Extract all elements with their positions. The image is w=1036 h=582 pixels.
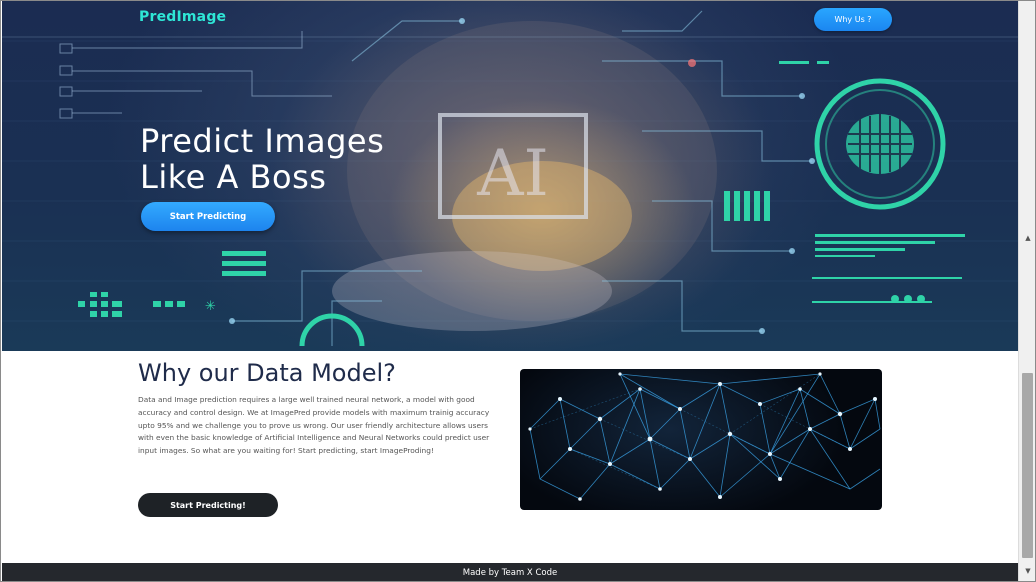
hero-section: AI ✳ PredImage Why Us ? Predict Images L… bbox=[2, 1, 1018, 351]
start-predicting-button[interactable]: Start Predicting bbox=[141, 202, 275, 231]
footer-credit: Made by Team X Code bbox=[462, 568, 558, 578]
hero-title: Predict Images Like A Boss bbox=[140, 123, 384, 195]
why-us-button[interactable]: Why Us ? bbox=[814, 8, 892, 31]
brand-logo[interactable]: PredImage bbox=[139, 9, 226, 25]
vertical-scrollbar[interactable]: ▲ ▼ bbox=[1018, 1, 1035, 581]
ai-badge-text: AI bbox=[476, 137, 549, 211]
scroll-up-arrow-icon[interactable]: ▲ bbox=[1023, 234, 1033, 244]
start-predicting-secondary-button[interactable]: Start Predicting! bbox=[138, 493, 278, 517]
hero-title-line1: Predict Images bbox=[140, 122, 385, 160]
section-description: Data and Image prediction requires a lar… bbox=[138, 395, 490, 456]
scroll-down-arrow-icon[interactable]: ▼ bbox=[1023, 567, 1033, 577]
neural-network-image bbox=[520, 369, 882, 510]
browser-window: AI ✳ PredImage Why Us ? Predict Images L… bbox=[0, 0, 1036, 582]
svg-text:✳: ✳ bbox=[205, 299, 216, 314]
hero-title-line2: Like A Boss bbox=[140, 158, 327, 196]
network-graph-illustration bbox=[528, 372, 881, 501]
section-title: Why our Data Model? bbox=[138, 359, 396, 387]
scroll-thumb[interactable] bbox=[1022, 373, 1033, 558]
footer: Made by Team X Code bbox=[2, 563, 1018, 581]
